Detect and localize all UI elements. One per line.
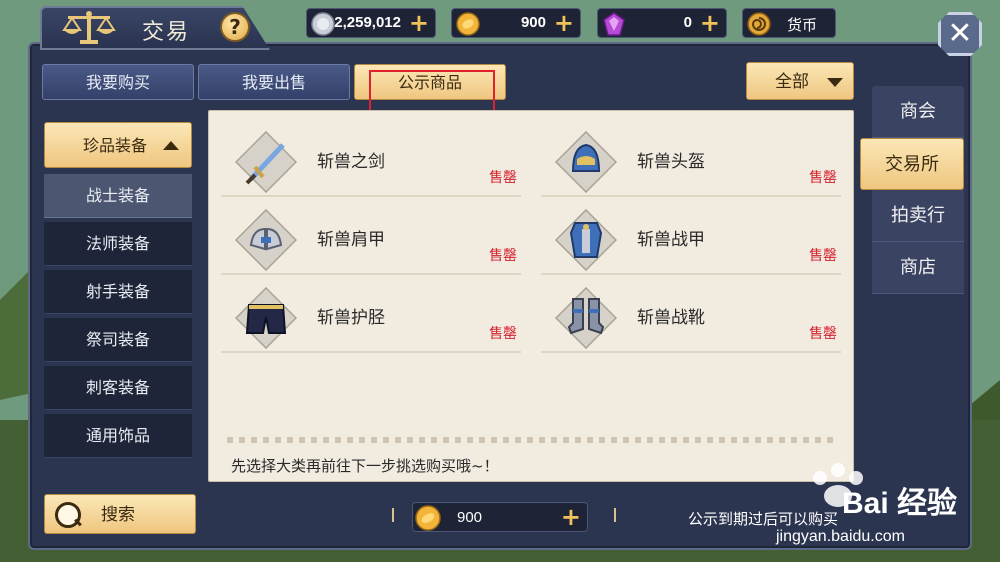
gem-amount: 0 [683, 14, 692, 31]
list-item[interactable]: 斩兽战甲 售罄 [541, 199, 841, 275]
list-item[interactable]: 斩兽肩甲 售罄 [221, 199, 521, 275]
gold-coin-icon [415, 505, 441, 531]
category-item-archer[interactable]: 射手装备 [44, 270, 192, 314]
divider [392, 508, 394, 522]
gold-currency-bar: 900 + [451, 8, 581, 38]
chest-armor-icon [555, 209, 617, 271]
hint-text: 先选择大类再前往下一步挑选购买哦~！ [231, 457, 499, 475]
side-tab-auction[interactable]: 拍卖行 [872, 190, 964, 242]
item-name: 斩兽肩甲 [317, 230, 385, 250]
sold-out-badge: 售罄 [809, 248, 837, 264]
category-item-warrior[interactable]: 战士装备 [44, 174, 192, 218]
search-label: 搜索 [101, 505, 135, 525]
tab-sell[interactable]: 我要出售 [198, 64, 350, 100]
close-button[interactable]: ✕ [938, 12, 982, 56]
category-item-accessory[interactable]: 通用饰品 [44, 414, 192, 458]
category-item-assassin[interactable]: 刺客装备 [44, 366, 192, 410]
category-item-mage[interactable]: 法师装备 [44, 222, 192, 266]
filter-label: 全部 [775, 72, 809, 92]
bottom-gold-amount: 900 [457, 509, 483, 526]
currency-swirl-icon [747, 12, 771, 36]
search-icon [55, 502, 81, 528]
item-list-panel: 斩兽之剑 售罄 斩兽头盔 售罄 斩兽肩甲 售罄 斩兽战甲 售罄 斩兽护胫 售罄 … [208, 110, 854, 482]
item-name: 斩兽之剑 [317, 152, 385, 172]
shoulder-armor-icon [235, 209, 297, 271]
chevron-up-icon [163, 141, 179, 150]
search-button[interactable]: 搜索 [44, 494, 196, 534]
helmet-icon [555, 131, 617, 193]
scale-icon [62, 11, 116, 44]
filter-dropdown[interactable]: 全部 [746, 62, 854, 100]
silver-coin-icon [311, 12, 335, 36]
category-item-priest[interactable]: 祭司装备 [44, 318, 192, 362]
add-gold-button[interactable]: + [554, 9, 574, 37]
list-item[interactable]: 斩兽之剑 售罄 [221, 121, 521, 197]
sold-out-badge: 售罄 [809, 326, 837, 342]
currency-info-bar[interactable]: 货币 [742, 8, 836, 38]
side-tab-exchange[interactable]: 交易所 [860, 138, 964, 190]
tab-buy[interactable]: 我要购买 [42, 64, 194, 100]
side-tab-chamber[interactable]: 商会 [872, 86, 964, 138]
sword-icon [235, 131, 297, 193]
silver-amount: 2,259,012 [334, 14, 401, 31]
item-name: 斩兽战靴 [637, 308, 705, 328]
list-item[interactable]: 斩兽护胫 售罄 [221, 277, 521, 353]
category-header[interactable]: 珍品装备 [44, 122, 192, 168]
add-gold-button[interactable]: + [561, 503, 581, 531]
item-name: 斩兽战甲 [637, 230, 705, 250]
sold-out-badge: 售罄 [809, 170, 837, 186]
category-header-label: 珍品装备 [83, 136, 148, 155]
boots-icon [555, 287, 617, 349]
bottom-gold-bar: 900 + [412, 502, 588, 532]
leg-guard-icon [235, 287, 297, 349]
silver-currency-bar: 2,259,012 + [306, 8, 436, 38]
gem-icon [603, 12, 625, 36]
watermark-title: Bai 经验 [842, 487, 958, 520]
sold-out-badge: 售罄 [489, 170, 517, 186]
help-button[interactable]: ? [220, 12, 250, 42]
item-name: 斩兽护胫 [317, 308, 385, 328]
item-name: 斩兽头盔 [637, 152, 705, 172]
side-tab-shop[interactable]: 商店 [872, 242, 964, 294]
currency-label: 货币 [787, 16, 818, 34]
gem-currency-bar: 0 + [597, 8, 727, 38]
list-item[interactable]: 斩兽战靴 售罄 [541, 277, 841, 353]
sold-out-badge: 售罄 [489, 326, 517, 342]
divider [227, 437, 837, 443]
gold-amount: 900 [520, 14, 546, 31]
add-gem-button[interactable]: + [700, 9, 720, 37]
watermark-url: jingyan.baidu.com [776, 528, 905, 545]
page-title: 交易 [142, 20, 191, 45]
chevron-down-icon [827, 78, 843, 87]
divider [614, 508, 616, 522]
sold-out-badge: 售罄 [489, 248, 517, 264]
add-silver-button[interactable]: + [409, 9, 429, 37]
list-item[interactable]: 斩兽头盔 售罄 [541, 121, 841, 197]
gold-coin-icon [456, 12, 480, 36]
